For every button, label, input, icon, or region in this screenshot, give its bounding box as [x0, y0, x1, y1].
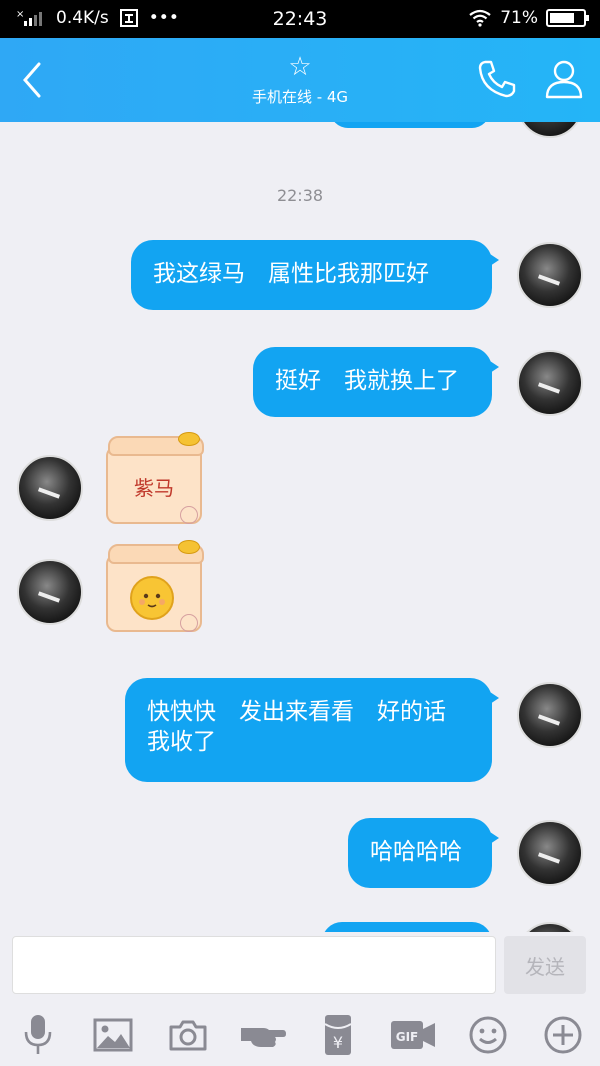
message-bubble[interactable]: 挺好 我就换上了	[253, 347, 499, 417]
message-timestamp: 22:38	[276, 186, 324, 205]
voice-button[interactable]	[13, 1010, 63, 1060]
message-text: 我这绿马 属性比我那匹好	[153, 261, 429, 287]
contact-info-button[interactable]	[544, 58, 584, 104]
avatar-self[interactable]	[517, 922, 583, 932]
avatar-contact[interactable]	[17, 559, 83, 625]
person-icon	[545, 60, 583, 99]
sticker-seal	[180, 506, 198, 524]
plus-icon	[544, 1016, 581, 1054]
chat-area[interactable]: 22:38 我这绿马 属性比我那匹好 挺好 我就换上了 紫马 快快快 发出来看看…	[0, 122, 600, 932]
poke-icon	[240, 1028, 286, 1047]
avatar-self[interactable]	[517, 122, 583, 138]
image-icon	[93, 1018, 132, 1052]
camera-button[interactable]	[163, 1010, 213, 1060]
red-packet-icon: ¥	[323, 1015, 352, 1055]
sticker-seal	[180, 614, 198, 632]
message-bubble[interactable]: 我这绿马 属性比我那匹好	[131, 240, 499, 310]
message-text-line: 我收了	[147, 729, 216, 755]
battery-icon	[546, 9, 589, 27]
message-bubble[interactable]: 快快快 发出来看看 好的话 我收了	[125, 678, 499, 782]
battery-percent: 71%	[500, 8, 538, 28]
wifi-icon	[469, 9, 491, 27]
message-text: 挺好 我就换上了	[275, 368, 459, 394]
message-text: 哈哈哈哈	[370, 839, 462, 865]
red-packet-button[interactable]: ¥	[313, 1010, 363, 1060]
call-button[interactable]	[476, 58, 518, 104]
send-button[interactable]: 发送	[504, 936, 586, 994]
photo-button[interactable]	[88, 1010, 138, 1060]
emoji-icon	[469, 1016, 506, 1054]
sticker-knot	[178, 540, 200, 554]
input-bar: 发送 ¥ GIF	[0, 932, 600, 1066]
smiley-face-icon	[130, 576, 174, 620]
input-toolbar: ¥ GIF	[0, 1010, 600, 1060]
online-status: 手机在线 - 4G	[251, 88, 349, 106]
sticker-message[interactable]: 紫马	[104, 432, 204, 528]
avatar-contact[interactable]	[17, 455, 83, 521]
avatar-self[interactable]	[517, 820, 583, 886]
red-packet-symbol: ¥	[332, 1033, 342, 1052]
avatar-self[interactable]	[517, 350, 583, 416]
message-bubble[interactable]: 哈哈哈哈	[348, 818, 499, 888]
chat-header: ☆ 手机在线 - 4G	[0, 38, 600, 122]
star-icon: ☆	[288, 52, 312, 82]
sticker-text: 紫马	[134, 476, 174, 500]
camera-icon	[169, 1020, 206, 1051]
chevron-left-icon	[23, 62, 41, 98]
microphone-icon	[24, 1015, 51, 1054]
sticker-message[interactable]	[104, 540, 204, 636]
message-bubble-partial[interactable]	[322, 922, 492, 932]
sticker-knot	[178, 432, 200, 446]
emoji-button[interactable]	[463, 1010, 513, 1060]
gif-button[interactable]: GIF	[388, 1010, 438, 1060]
more-button[interactable]	[538, 1010, 588, 1060]
gif-icon: GIF	[390, 1021, 435, 1049]
avatar-self[interactable]	[517, 242, 583, 308]
phone-icon	[478, 60, 516, 98]
status-right: 71%	[468, 8, 589, 28]
gif-label: GIF	[395, 1030, 418, 1044]
back-button[interactable]	[12, 56, 52, 104]
poke-button[interactable]	[238, 1010, 288, 1060]
message-text-line: 快快快 发出来看看 好的话	[147, 699, 446, 725]
avatar-self[interactable]	[517, 682, 583, 748]
message-input[interactable]	[12, 936, 496, 994]
status-bar: × 0.4K/s ••• 22:43 71%	[0, 0, 600, 38]
header-center[interactable]: ☆ 手机在线 - 4G	[150, 52, 450, 107]
message-bubble-partial[interactable]	[330, 122, 490, 128]
